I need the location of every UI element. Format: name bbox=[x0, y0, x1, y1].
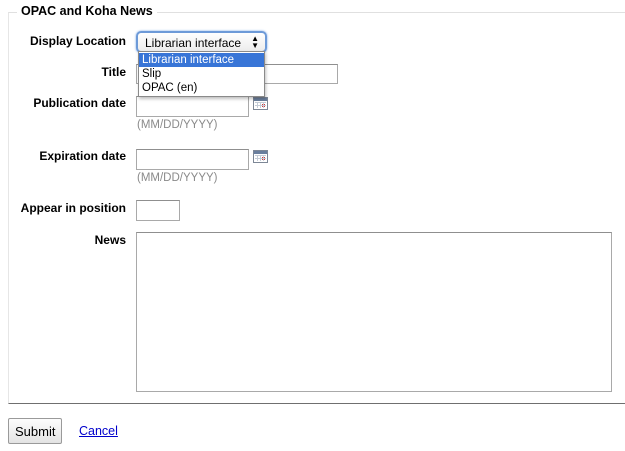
calendar-icon[interactable] bbox=[253, 97, 268, 110]
expiration-date-hint: (MM/DD/YYYY) bbox=[137, 172, 218, 184]
appear-in-position-input[interactable] bbox=[136, 200, 180, 221]
news-label: News bbox=[94, 233, 126, 247]
title-label: Title bbox=[101, 65, 126, 79]
display-location-select[interactable]: Librarian interface ▲ ▼ bbox=[136, 31, 267, 53]
option-librarian-interface[interactable]: Librarian interface bbox=[139, 53, 264, 67]
publication-date-input[interactable] bbox=[136, 96, 249, 117]
news-textarea[interactable] bbox=[136, 232, 612, 392]
publication-date-label: Publication date bbox=[33, 96, 126, 110]
appear-in-position-label: Appear in position bbox=[20, 201, 126, 215]
calendar-icon[interactable] bbox=[253, 150, 268, 163]
expiration-date-label: Expiration date bbox=[39, 149, 126, 163]
updown-arrows-icon: ▲ ▼ bbox=[251, 34, 259, 50]
display-location-selected-value: Librarian interface bbox=[145, 36, 242, 50]
submit-button[interactable]: Submit bbox=[8, 418, 62, 444]
publication-date-hint: (MM/DD/YYYY) bbox=[137, 119, 218, 131]
fieldset-legend: OPAC and Koha News bbox=[17, 4, 157, 18]
display-location-dropdown: Librarian interface Slip OPAC (en) bbox=[138, 51, 265, 97]
option-opac-en[interactable]: OPAC (en) bbox=[139, 81, 264, 95]
option-slip[interactable]: Slip bbox=[139, 67, 264, 81]
expiration-date-input[interactable] bbox=[136, 149, 249, 170]
display-location-label: Display Location bbox=[29, 34, 126, 48]
cancel-link[interactable]: Cancel bbox=[79, 424, 118, 438]
